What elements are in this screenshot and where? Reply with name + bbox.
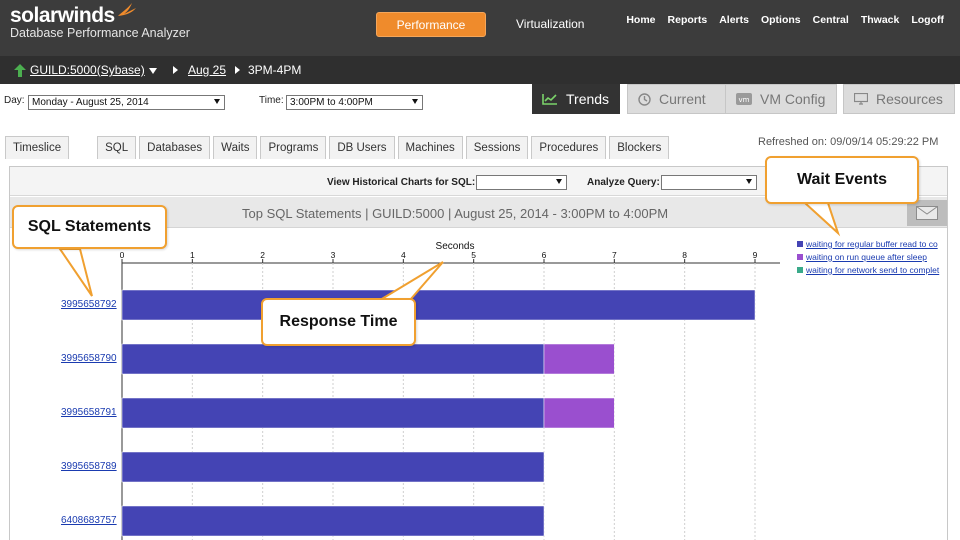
sql-id-link[interactable]: 3995658791 (61, 407, 117, 418)
x-tick-label: 0 (120, 250, 125, 260)
legend-swatch (797, 240, 803, 247)
callout-wait-events: Wait Events (765, 156, 919, 204)
sql-id-link[interactable]: 3995658790 (61, 353, 117, 364)
sql-id-link[interactable]: 3995658792 (61, 299, 117, 310)
legend-swatch (797, 266, 803, 273)
legend-label[interactable]: waiting for regular buffer read to co (806, 239, 938, 249)
legend-label[interactable]: waiting on run queue after sleep (806, 252, 927, 262)
bar-segment[interactable] (121, 289, 756, 321)
legend-item[interactable]: waiting for network send to complet (797, 263, 949, 276)
callout-sql-statements: SQL Statements (12, 205, 167, 249)
bar-segment[interactable] (543, 343, 615, 375)
x-tick-label: 9 (753, 250, 758, 260)
x-tick-label: 8 (682, 250, 687, 260)
x-tick-label: 6 (542, 250, 547, 260)
bar-segment[interactable] (121, 451, 545, 483)
bar-segment[interactable] (121, 343, 545, 375)
x-tick-label: 5 (471, 250, 476, 260)
sql-id-link[interactable]: 6408683757 (61, 515, 117, 526)
bar-segment[interactable] (543, 397, 615, 429)
x-axis-title: Seconds (436, 241, 475, 252)
legend-swatch (797, 253, 803, 260)
bar-segment[interactable] (121, 505, 545, 537)
x-tick-label: 4 (401, 250, 406, 260)
sql-id-link[interactable]: 3995658789 (61, 461, 117, 472)
x-tick-label: 2 (260, 250, 265, 260)
x-tick-label: 7 (612, 250, 617, 260)
legend: waiting for regular buffer read to co wa… (797, 237, 949, 276)
x-tick-label: 1 (190, 250, 195, 260)
bar-segment[interactable] (121, 397, 545, 429)
legend-item[interactable]: waiting for regular buffer read to co (797, 237, 949, 250)
callout-response-time: Response Time (261, 298, 416, 346)
legend-label[interactable]: waiting for network send to complet (806, 265, 939, 275)
legend-item[interactable]: waiting on run queue after sleep (797, 250, 949, 263)
x-tick-label: 3 (331, 250, 336, 260)
